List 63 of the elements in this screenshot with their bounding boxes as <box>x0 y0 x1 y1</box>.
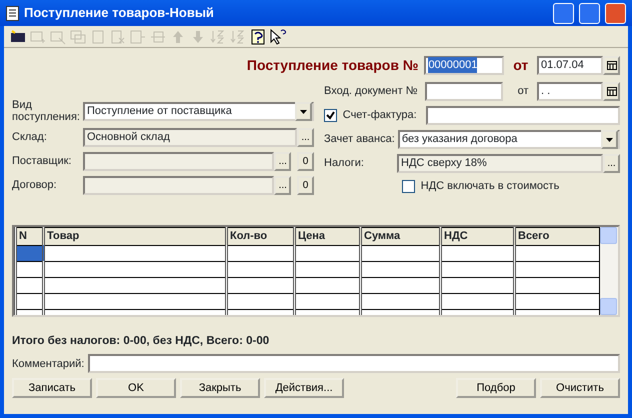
minimize-button[interactable] <box>553 2 574 24</box>
date-label: от <box>512 56 530 74</box>
date-label: от <box>516 84 530 100</box>
column-header[interactable]: Цена <box>294 228 360 246</box>
help-icon[interactable] <box>250 28 266 44</box>
reference-field[interactable]: НДС сверху 18% <box>397 154 603 173</box>
form-button[interactable]: OK <box>96 378 176 398</box>
number-field[interactable]: 00000001 <box>424 56 504 74</box>
table-cell[interactable] <box>16 261 44 278</box>
calendar-button[interactable] <box>603 82 620 101</box>
checkbox-label: НДС включать в стоимость <box>420 179 560 194</box>
reference-field[interactable] <box>83 176 274 196</box>
invoice-field[interactable] <box>426 106 620 125</box>
date-field[interactable]: 01.07.04 <box>537 56 603 74</box>
field-label: Зачет аванса: <box>324 132 395 148</box>
checkbox[interactable] <box>324 109 337 122</box>
maximize-button[interactable] <box>579 2 600 24</box>
table-cell[interactable] <box>16 277 44 294</box>
form-button[interactable]: Закрыть <box>180 378 260 398</box>
ellipsis-button[interactable]: ... <box>274 152 292 172</box>
field-label: Вход. документ № <box>324 84 418 100</box>
calendar-icon <box>606 60 616 70</box>
ellipsis-button[interactable]: ... <box>603 154 620 173</box>
calendar-icon <box>606 87 616 96</box>
column-header[interactable]: Всего <box>514 228 600 246</box>
clear-button[interactable]: 0 <box>297 152 314 172</box>
form-button[interactable]: Подбор <box>456 378 536 398</box>
comment-label: Комментарий: <box>12 356 84 372</box>
form-button[interactable]: Записать <box>12 378 92 398</box>
form-button[interactable]: Действия... <box>264 378 344 398</box>
dropdown-field[interactable]: Поступление от поставщика <box>83 102 314 122</box>
field-label: Налоги: <box>324 156 365 172</box>
field-label: Счет-фактура: <box>342 108 418 124</box>
pointer-help-icon[interactable] <box>270 28 286 44</box>
column-header[interactable]: N <box>16 228 44 246</box>
ellipsis-button[interactable]: ... <box>297 128 314 148</box>
field-label: Склад: <box>12 132 48 144</box>
document-icon <box>6 6 19 20</box>
date-field[interactable]: . . <box>537 82 603 101</box>
column-header[interactable]: НДС <box>440 228 514 246</box>
column-header[interactable]: Сумма <box>360 228 440 246</box>
column-header[interactable]: Кол-во <box>226 228 294 246</box>
dropdown-field[interactable]: без указания договора <box>398 130 620 149</box>
column-header[interactable]: Товар <box>44 228 226 246</box>
table-cell[interactable] <box>16 293 44 310</box>
clear-button[interactable]: 0 <box>297 176 314 196</box>
totals-text: Итого без налогов: 0-00, без НДС, Всего: 0-00 <box>12 334 270 350</box>
new-record-icon[interactable] <box>10 28 26 44</box>
close-button[interactable] <box>605 2 626 24</box>
document-heading: Поступление товаров № <box>246 56 418 75</box>
field-label: Вид поступления: <box>12 100 80 124</box>
calendar-button[interactable] <box>603 56 620 74</box>
document-number-field[interactable] <box>425 82 503 101</box>
field-label: Поставщик: <box>12 156 72 168</box>
reference-field[interactable]: Основной склад <box>83 128 297 148</box>
checkbox[interactable] <box>402 180 415 193</box>
ellipsis-button[interactable]: ... <box>274 176 292 196</box>
window-title: Поступление товаров-Новый <box>24 4 214 22</box>
form-button[interactable]: Очистить <box>540 378 620 398</box>
field-label: Договор: <box>12 180 58 192</box>
table-cell[interactable] <box>16 245 44 262</box>
comment-field[interactable] <box>88 354 620 374</box>
reference-field[interactable] <box>83 152 274 172</box>
